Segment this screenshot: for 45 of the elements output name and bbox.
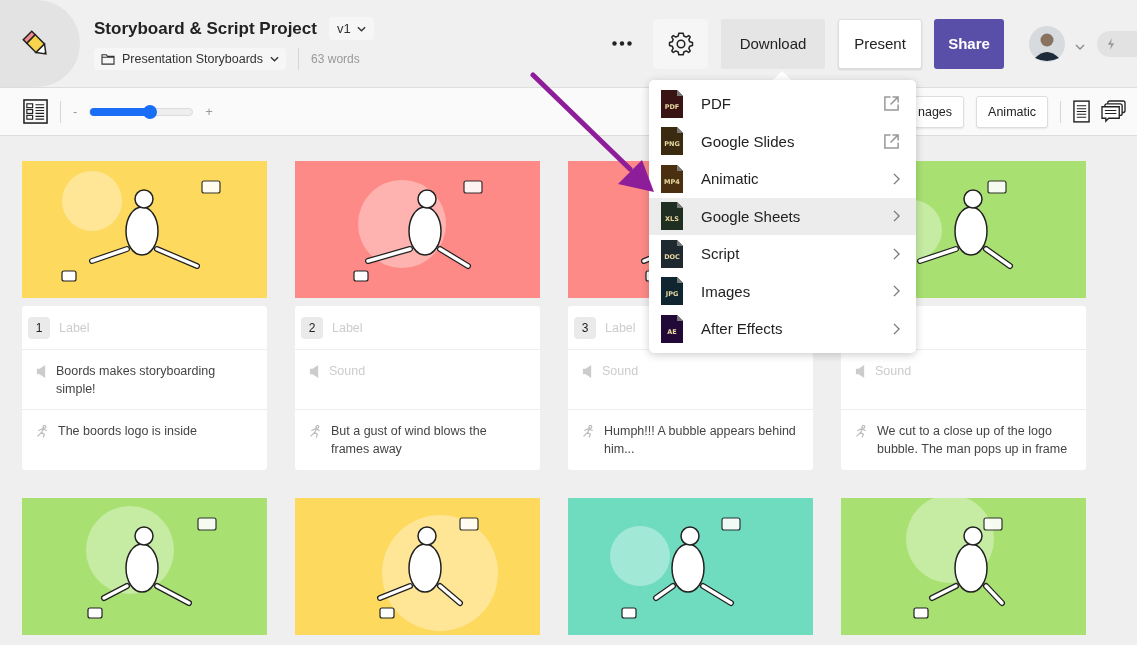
action-field[interactable]: We cut to a close up of the logo bubble. The man pops up in frame xyxy=(877,422,1072,458)
running-figure-icon xyxy=(309,425,322,438)
running-figure-icon xyxy=(36,425,49,438)
project-title[interactable]: Storyboard & Script Project xyxy=(94,18,317,39)
list-view-icon[interactable] xyxy=(23,99,48,124)
avatar[interactable] xyxy=(1029,25,1065,62)
action-field[interactable]: The boords logo is inside xyxy=(58,422,197,440)
more-icon[interactable] xyxy=(612,41,632,46)
speaker-icon xyxy=(309,365,320,378)
running-figure-icon xyxy=(855,425,868,438)
slider-thumb[interactable] xyxy=(142,104,157,119)
chevron-right-icon xyxy=(893,247,900,260)
folder-icon xyxy=(101,53,115,65)
external-link-icon xyxy=(883,95,900,113)
speaker-icon xyxy=(36,365,47,378)
share-button[interactable]: Share xyxy=(934,18,1004,69)
sound-field[interactable]: Boords makes storyboarding simple! xyxy=(56,362,253,398)
folder-dropdown[interactable]: Presentation Storyboards xyxy=(94,48,287,70)
settings-icon xyxy=(667,30,694,57)
speaker-icon xyxy=(582,365,593,378)
view-button[interactable]: Animatic xyxy=(976,95,1048,128)
present-button[interactable]: Present xyxy=(838,18,922,69)
word-count: 63 words xyxy=(311,52,360,66)
version-dropdown[interactable]: v1 xyxy=(328,17,374,40)
caret-icon[interactable] xyxy=(1075,43,1085,50)
caret-icon xyxy=(356,25,366,32)
frame-number: 1 xyxy=(28,316,50,339)
chevron-right-icon xyxy=(893,285,900,298)
document-icon[interactable] xyxy=(1073,100,1090,123)
chevron-right-icon xyxy=(893,172,900,185)
zoom-slider[interactable] xyxy=(89,107,194,116)
comments-icon[interactable] xyxy=(1100,100,1127,123)
download-button[interactable]: Download xyxy=(721,18,825,69)
speaker-icon xyxy=(855,365,866,378)
caret-icon xyxy=(270,56,280,62)
lightning-icon xyxy=(1107,37,1115,50)
frame-number: 2 xyxy=(301,316,323,339)
chevron-right-icon xyxy=(893,322,900,335)
frame-number: 3 xyxy=(574,316,596,339)
action-field[interactable]: But a gust of wind blows the frames away xyxy=(331,422,526,458)
external-link-icon xyxy=(883,132,900,150)
chevron-right-icon xyxy=(893,210,900,223)
running-figure-icon xyxy=(582,425,595,438)
settings-button[interactable] xyxy=(653,18,708,69)
action-field[interactable]: Humph!!! A bubble appears behind him... xyxy=(604,422,799,458)
